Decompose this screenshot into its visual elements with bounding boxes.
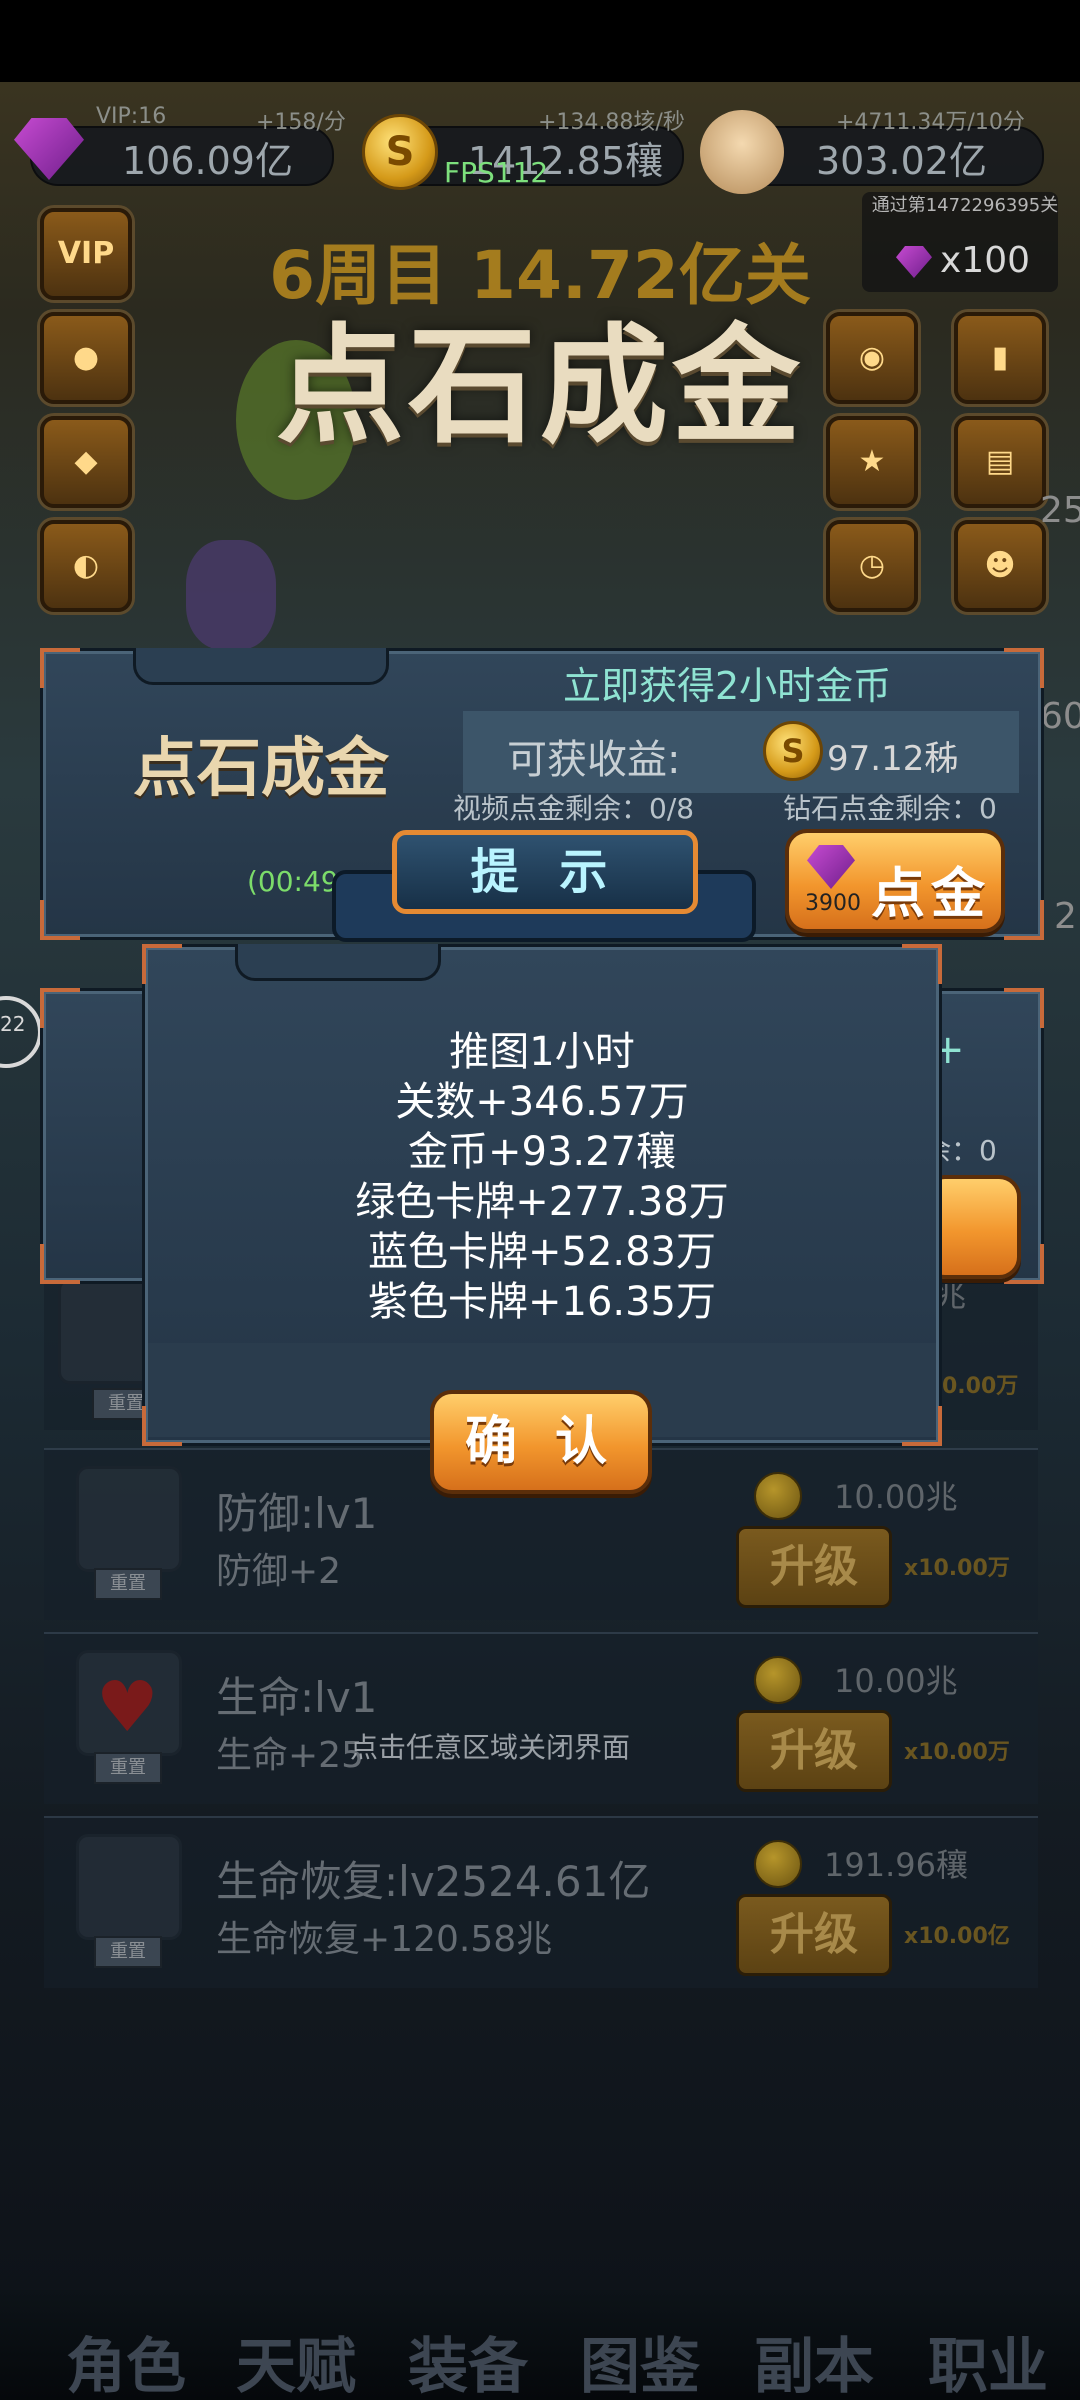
upgrade-name: 生命:lv1 [216, 1673, 378, 1722]
confirm-label: 确 认 [464, 1412, 618, 1472]
upgrade-button[interactable]: 升级 [736, 1710, 892, 1792]
button-label: 点金 [871, 862, 991, 925]
timer-button[interactable]: ◷ [826, 520, 918, 612]
pass-reward-text: 通过第1472296395关 [871, 195, 1059, 216]
upgrade-effect: 生命+25 [216, 1735, 364, 1776]
upgrade-multiplier: 0.00万 [942, 1374, 1019, 1399]
panel-title: 点石成金 [133, 732, 389, 806]
panel-corner [1004, 648, 1044, 688]
diamond-remaining: 钻石点金剩余：0 [783, 792, 997, 825]
gem-value: 106.09亿 [122, 139, 293, 183]
reset-button[interactable]: 重置 [94, 1568, 162, 1600]
nav-tab-equipment[interactable]: 装备 [408, 2318, 528, 2400]
skull-value: 303.02亿 [816, 139, 987, 183]
stopwatch-icon: ◷ [858, 548, 886, 583]
reset-button[interactable]: 重置 [94, 1752, 162, 1784]
upgrade-button[interactable]: 升级 [736, 1526, 892, 1608]
close-hint: 点击任意区域关闭界面 [350, 1731, 631, 1764]
robot-icon: ☻ [984, 548, 1016, 583]
panel-corner [40, 988, 80, 1028]
modal-header: 提 示 [392, 830, 698, 914]
upgrade-multiplier: x10.00万 [904, 1556, 1010, 1581]
coin-icon: S [763, 721, 823, 781]
upgrade-name: 防御:lv1 [216, 1489, 378, 1538]
robot-button[interactable]: ☻ [954, 520, 1046, 612]
gem-icon [807, 845, 855, 889]
upgrade-cost: 191.96穰 [824, 1846, 968, 1884]
panel-tab [133, 648, 389, 685]
pass-reward-count: x100 [940, 240, 1031, 281]
panel-banner: 立即获得2小时金币 [563, 664, 892, 708]
panel-corner [40, 648, 80, 688]
edge-number-right: 2 [1054, 896, 1077, 937]
potion-icon [76, 1834, 182, 1940]
modal-line: 金币+93.27穰 [407, 1129, 677, 1175]
button-cost: 3900 [805, 891, 861, 916]
edge-number-right: 60 [1040, 696, 1080, 737]
panel-corner [142, 944, 182, 984]
heart-shape: ♥ [96, 1666, 159, 1748]
panel-corner [40, 900, 80, 940]
feature-title: 点石成金 [275, 312, 804, 461]
modal-line: 蓝色卡牌+52.83万 [367, 1229, 717, 1275]
modal-content: 推图1小时 关数+346.57万 金币+93.27穰 绿色卡牌+277.38万 … [145, 1027, 939, 1327]
tip-modal: 推图1小时 关数+346.57万 金币+93.27穰 绿色卡牌+277.38万 … [142, 944, 942, 1446]
upgrade-multiplier: x10.00亿 [904, 1924, 1010, 1949]
upgrade-cost: 10.00兆 [834, 1662, 958, 1700]
coin-icon [754, 1840, 802, 1888]
video-timer: (00:49 [247, 865, 339, 898]
modal-line: 关数+346.57万 [395, 1079, 689, 1125]
system-status-bar [0, 0, 1080, 82]
modal-header-text: 提 示 [470, 844, 620, 900]
fps-counter: FPS112 [444, 156, 549, 189]
left-edge-number: 22 [0, 1012, 26, 1036]
nav-tab-class[interactable]: 职业 [928, 2318, 1048, 2400]
income-value: 97.12秭 [827, 739, 959, 779]
upgrade-button[interactable]: 升级 [736, 1894, 892, 1976]
lucky-wheel-button[interactable]: ◐ [40, 520, 132, 612]
hero-sprite [186, 540, 276, 650]
video-remaining: 视频点金剩余：0/8 [453, 792, 695, 825]
panel-corner [40, 1244, 80, 1284]
modal-line: 绿色卡牌+277.38万 [355, 1179, 729, 1225]
panel-corner [1004, 900, 1044, 940]
confirm-button[interactable]: 确 认 [430, 1390, 652, 1494]
nav-tab-codex[interactable]: 图鉴 [580, 2318, 700, 2400]
nav-tab-dungeon[interactable]: 副本 [754, 2318, 874, 2400]
upgrade-cost: 10.00兆 [834, 1478, 958, 1516]
skull-icon [700, 110, 784, 194]
panel-tab [235, 944, 441, 981]
upgrade-name: 生命恢复:lv2524.61亿 [216, 1857, 651, 1906]
coin-icon [754, 1472, 802, 1520]
modal-line: 推图1小时 [449, 1029, 635, 1075]
upgrade-effect: 防御+2 [216, 1551, 342, 1592]
shield-icon [76, 1466, 182, 1572]
upgrade-row-life: ♥ 重置 生命:lv1 生命+25 10.00兆 升级 x10.00万 [44, 1632, 1038, 1804]
upgrade-multiplier: x10.00万 [904, 1740, 1010, 1765]
panel-corner [1004, 988, 1044, 1028]
panel-corner [902, 944, 942, 984]
touch-gold-button[interactable]: 3900 点金 [785, 829, 1005, 933]
nav-tab-character[interactable]: 角色 [66, 2318, 186, 2400]
reset-button[interactable]: 重置 [94, 1936, 162, 1968]
edge-number-right: 25 [1040, 490, 1080, 531]
upgrade-row-regen: 重置 生命恢复:lv2524.61亿 生命恢复+120.58兆 191.96穰 … [44, 1816, 1038, 1988]
vip-level: VIP:16 [96, 104, 167, 129]
coin-icon [754, 1656, 802, 1704]
modal-line: 紫色卡牌+16.35万 [367, 1279, 717, 1325]
nav-tab-talent[interactable]: 天赋 [236, 2318, 356, 2400]
income-label: 可获收益: [507, 737, 681, 783]
coin-icon: S [362, 114, 438, 190]
wheel-icon: ◐ [72, 548, 100, 583]
upgrade-effect: 生命恢复+120.58兆 [216, 1919, 553, 1960]
